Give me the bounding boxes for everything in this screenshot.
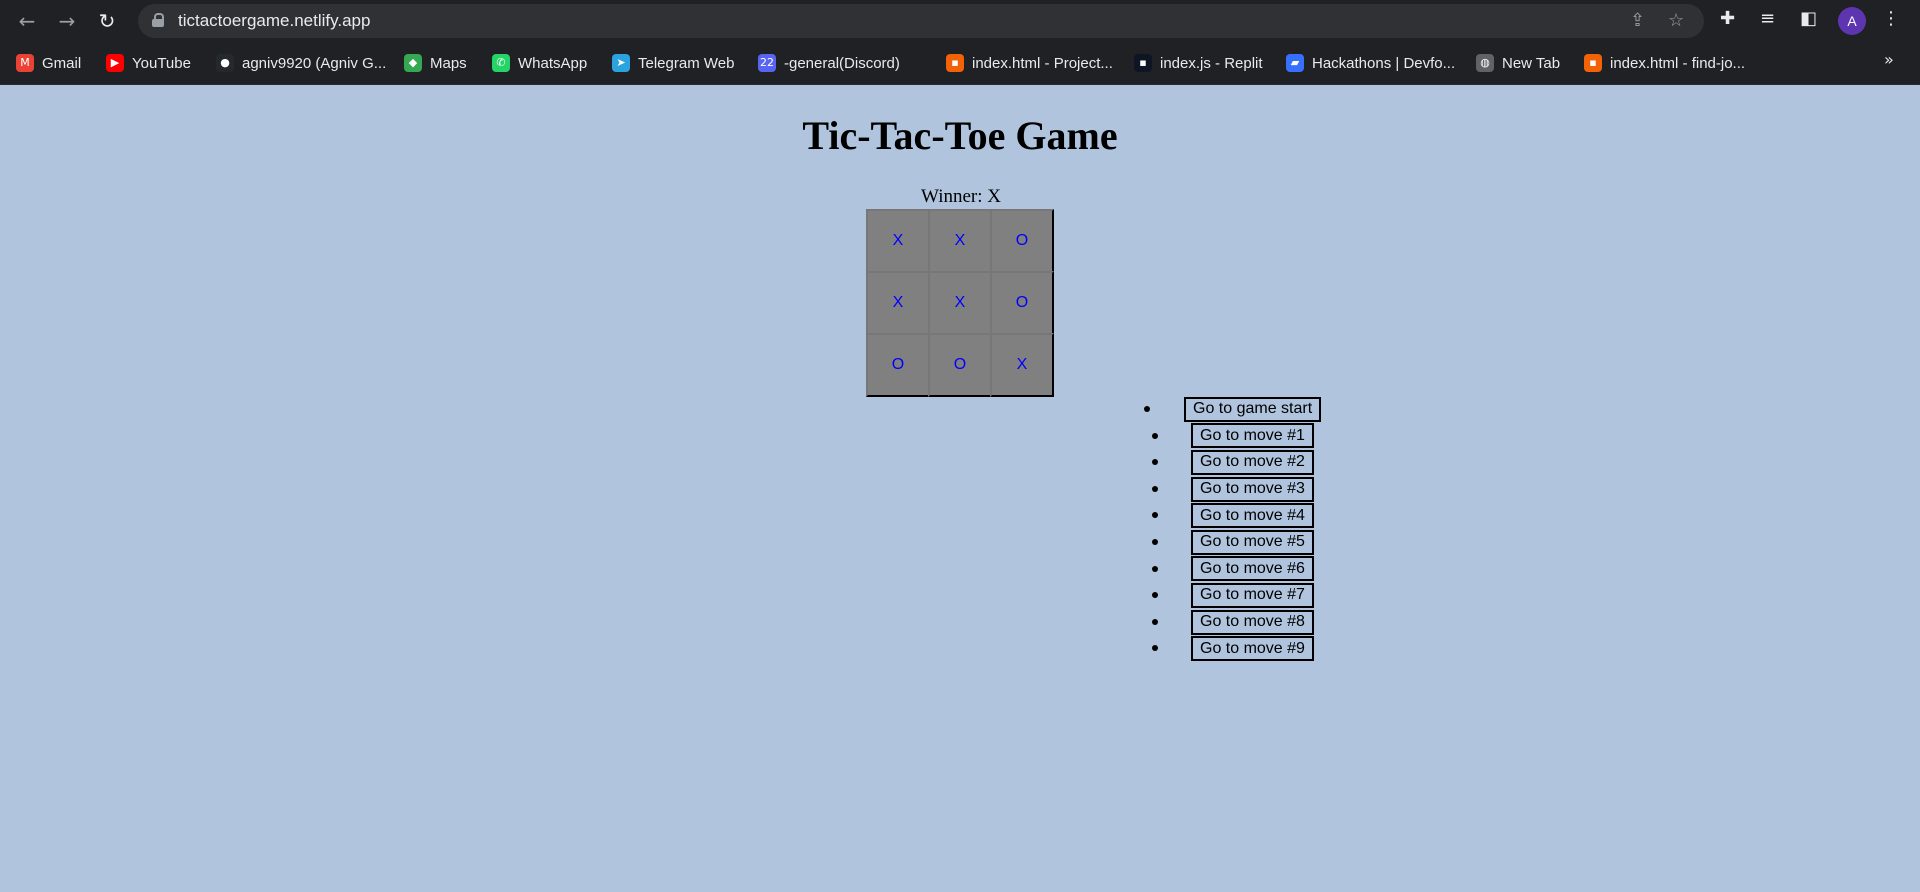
- bookmark-item[interactable]: 22 -general(Discord): [758, 51, 900, 75]
- board-square[interactable]: X: [866, 209, 930, 273]
- bookmark-item[interactable]: ✆ WhatsApp: [492, 51, 587, 75]
- list-bullet: [1144, 406, 1150, 412]
- bookmark-label: New Tab: [1502, 54, 1561, 72]
- discord-icon: 22: [758, 54, 776, 72]
- forward-arrow-icon[interactable]: →: [52, 6, 82, 36]
- go-to-move-button[interactable]: Go to move #7: [1191, 582, 1314, 608]
- page-title: Tic-Tac-Toe Game: [802, 113, 1118, 158]
- go-to-move-button[interactable]: Go to move #9: [1191, 636, 1314, 662]
- more-bookmarks-icon[interactable]: »: [1884, 50, 1894, 69]
- bookmark-label: WhatsApp: [518, 54, 588, 72]
- bookmark-label: index.js - Replit: [1160, 54, 1263, 72]
- list-bullet: [1152, 565, 1158, 572]
- whatsapp-icon: ✆: [492, 54, 510, 72]
- bookmark-label: YouTube: [132, 54, 191, 72]
- move-list-item: Go to move #8: [1150, 609, 1321, 636]
- game-status: Winner: X: [921, 186, 1001, 207]
- bookmark-label: Hackathons | Devfo...: [1312, 54, 1456, 72]
- move-list-item: Go to move #1: [1150, 423, 1321, 450]
- address-bar[interactable]: tictactoergame.netlify.app ⇪ ☆: [138, 4, 1704, 38]
- bookmark-item[interactable]: ▪ index.js - Replit: [1134, 51, 1263, 75]
- board-square[interactable]: X: [990, 333, 1054, 397]
- board-square[interactable]: X: [928, 209, 992, 273]
- replit-icon: ▪: [946, 54, 964, 72]
- bookmark-label: index.html - find-jo...: [1610, 54, 1746, 72]
- list-bullet: [1152, 645, 1158, 652]
- move-list-item: Go to move #2: [1150, 449, 1321, 476]
- share-icon[interactable]: ⇪: [1630, 10, 1645, 31]
- side-panel-icon[interactable]: ◧: [1800, 8, 1817, 29]
- bookmark-label: index.html - Project...: [972, 54, 1113, 72]
- bookmark-item[interactable]: ◆ Maps: [404, 51, 467, 75]
- replit-icon: ▪: [1134, 54, 1152, 72]
- go-to-move-button[interactable]: Go to move #2: [1191, 449, 1314, 475]
- bookmark-label: Maps: [430, 54, 467, 72]
- list-bullet: [1152, 618, 1158, 625]
- bookmark-item[interactable]: ▶ YouTube: [106, 51, 191, 75]
- list-bullet: [1152, 432, 1158, 439]
- board-square[interactable]: O: [990, 271, 1054, 335]
- list-bullet: [1152, 459, 1158, 466]
- list-bullet: [1152, 512, 1158, 519]
- go-to-move-button[interactable]: Go to move #5: [1191, 529, 1314, 555]
- move-list-item: Go to move #9: [1150, 635, 1321, 662]
- game-board: XXOXXOOOX: [866, 209, 1054, 397]
- go-to-move-button[interactable]: Go to move #6: [1191, 556, 1314, 582]
- move-list-item: Go to move #6: [1150, 556, 1321, 583]
- bookmark-item[interactable]: ▪ index.html - find-jo...: [1584, 51, 1745, 75]
- bookmark-label: Telegram Web: [638, 54, 735, 72]
- lock-icon: [152, 13, 164, 27]
- bookmark-label: -general(Discord): [784, 54, 900, 72]
- board-square[interactable]: O: [866, 333, 930, 397]
- go-to-move-button[interactable]: Go to move #8: [1191, 609, 1314, 635]
- youtube-icon: ▶: [106, 54, 124, 72]
- bookmark-item[interactable]: ◍ New Tab: [1476, 51, 1560, 75]
- move-list-item: Go to game start: [1144, 396, 1322, 423]
- list-bullet: [1152, 538, 1158, 545]
- browser-toolbar: ← → ↻ tictactoergame.netlify.app ⇪ ☆ ✚ ≡…: [0, 0, 1920, 42]
- board-square[interactable]: X: [928, 271, 992, 335]
- maps-icon: ◆: [404, 54, 422, 72]
- bookmark-star-icon[interactable]: ☆: [1668, 10, 1684, 31]
- go-to-move-button[interactable]: Go to move #4: [1191, 503, 1314, 529]
- go-to-move-button[interactable]: Go to move #3: [1191, 476, 1314, 502]
- board-square[interactable]: X: [866, 271, 930, 335]
- devfolio-icon: ▰: [1286, 54, 1304, 72]
- move-list-item: Go to move #3: [1150, 476, 1321, 503]
- bookmark-item[interactable]: ▪ index.html - Project...: [946, 51, 1113, 75]
- extensions-icon[interactable]: ✚: [1720, 8, 1735, 29]
- media-queue-icon[interactable]: ≡: [1760, 8, 1775, 29]
- board-square[interactable]: O: [928, 333, 992, 397]
- bookmark-item[interactable]: ● agniv9920 (Agniv G...: [216, 51, 386, 75]
- move-list-item: Go to move #7: [1150, 582, 1321, 609]
- bookmark-label: agniv9920 (Agniv G...: [242, 54, 387, 72]
- profile-avatar[interactable]: A: [1838, 7, 1866, 35]
- replit-icon: ▪: [1584, 54, 1602, 72]
- url-text[interactable]: tictactoergame.netlify.app: [178, 11, 370, 31]
- globe-icon: ◍: [1476, 54, 1494, 72]
- telegram-icon: ➤: [612, 54, 630, 72]
- bookmark-item[interactable]: ➤ Telegram Web: [612, 51, 734, 75]
- board-square[interactable]: O: [990, 209, 1054, 273]
- bookmark-label: Gmail: [42, 54, 82, 72]
- github-icon: ●: [216, 54, 234, 72]
- move-history-list: Go to game start Go to move #1 Go to move …: [1144, 396, 1322, 662]
- bookmark-item[interactable]: M Gmail: [16, 51, 81, 75]
- bookmarks-bar: M Gmail ▶ YouTube ● agniv9920 (Agniv G... ◆ Map…: [0, 42, 1920, 85]
- reload-icon[interactable]: ↻: [92, 6, 122, 36]
- move-list-item: Go to move #4: [1150, 502, 1321, 529]
- back-arrow-icon[interactable]: ←: [12, 6, 42, 36]
- go-to-start-button[interactable]: Go to game start: [1184, 396, 1322, 422]
- move-list-item: Go to move #5: [1150, 529, 1321, 556]
- list-bullet: [1152, 485, 1158, 492]
- menu-dots-icon[interactable]: ⋮: [1882, 8, 1900, 29]
- list-bullet: [1152, 592, 1158, 599]
- go-to-move-button[interactable]: Go to move #1: [1191, 423, 1314, 449]
- bookmark-item[interactable]: ▰ Hackathons | Devfo...: [1286, 51, 1455, 75]
- gmail-icon: M: [16, 54, 34, 72]
